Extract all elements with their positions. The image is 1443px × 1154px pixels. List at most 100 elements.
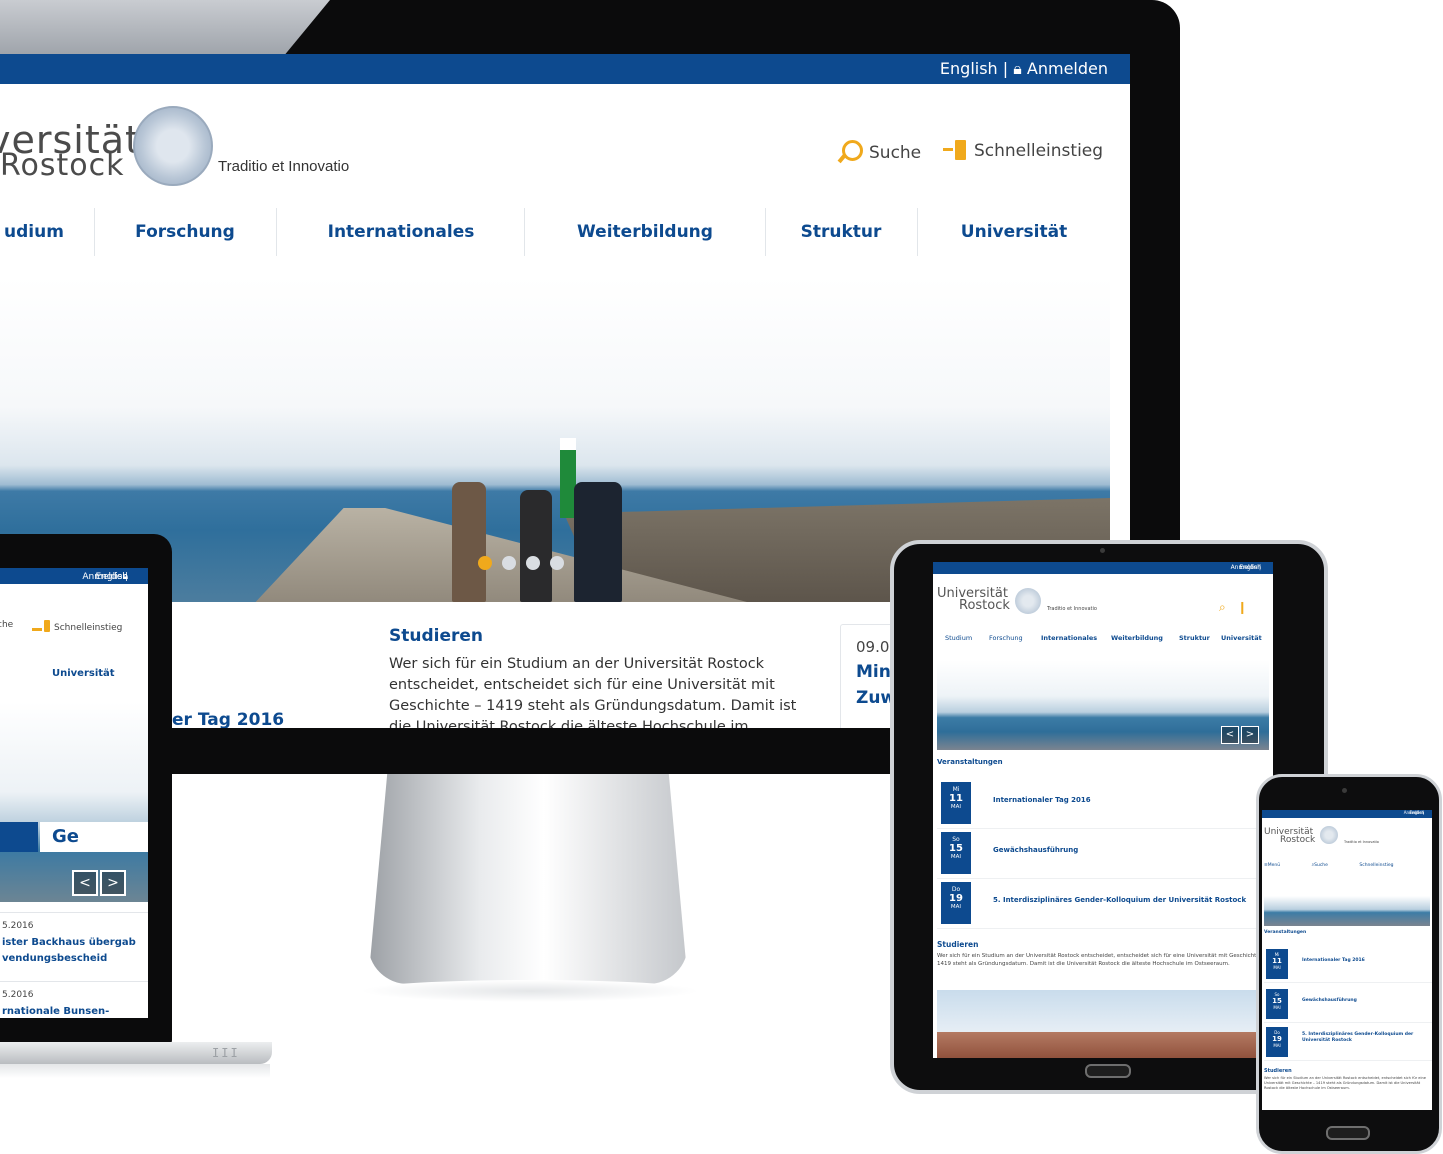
content-title[interactable]: Studieren — [937, 940, 978, 949]
content-title[interactable]: Studieren — [1264, 1068, 1292, 1074]
slider-dot[interactable] — [550, 556, 564, 570]
event-month: MAI — [1273, 1043, 1281, 1048]
login-link[interactable]: Anmelden — [1404, 810, 1424, 815]
chevron-right-icon[interactable]: > — [100, 870, 126, 896]
phone-home-button[interactable] — [1326, 1126, 1370, 1140]
nav-item-struktur[interactable]: Struktur — [770, 204, 912, 260]
content-image[interactable] — [937, 990, 1269, 1058]
search-button[interactable]: Suche — [842, 140, 921, 163]
mobile-menu-bar: ≡Menü ⌕Suche Schnelleinstieg — [1264, 862, 1394, 868]
event-date: 11 — [1272, 957, 1282, 965]
search-label[interactable]: che — [0, 620, 13, 630]
search-button[interactable]: Suche — [1314, 863, 1328, 868]
login-link[interactable]: Anmelden — [1231, 564, 1261, 571]
slider-dot-active[interactable] — [478, 556, 492, 570]
login-link[interactable]: Anmelden — [82, 572, 128, 582]
nav-item-studium[interactable]: Studium — [945, 634, 972, 642]
nav-item-studium[interactable]: udium — [0, 204, 74, 260]
event-date: 19 — [1272, 1035, 1282, 1043]
search-icon[interactable]: ⌕ — [1219, 600, 1226, 614]
chevron-left-icon[interactable]: < — [1221, 726, 1239, 744]
nav-item-universitaet[interactable]: Universität — [922, 204, 1106, 260]
nav-item-forschung[interactable]: Forschung — [989, 634, 1023, 642]
event-month: MAI — [1273, 1005, 1281, 1010]
nav-item-struktur[interactable]: Struktur — [1179, 634, 1210, 642]
nav-item-forschung[interactable]: Forschung — [100, 204, 270, 260]
tablet-screen: English | Anmelden Universität Rostock T… — [933, 562, 1273, 1058]
hero-tab-label: Ge — [52, 826, 79, 847]
chevron-left-icon[interactable]: < — [72, 870, 98, 896]
list-item[interactable]: 5.2016 rnationale Bunsen- — [0, 981, 148, 1018]
header-icons: ⌕ ❙ — [1219, 600, 1247, 615]
phone-camera — [1342, 788, 1347, 793]
left-teaser-title[interactable]: er Tag 2016 — [172, 710, 284, 728]
login-link[interactable]: Anmelden — [1027, 59, 1108, 78]
quick-access-button[interactable]: Schnelleinstieg — [943, 140, 1103, 161]
top-bar: English | 🔒︎ Anmelden — [0, 568, 148, 584]
english-link[interactable]: English — [940, 59, 998, 78]
laptop-vent: III — [212, 1046, 240, 1060]
news-title[interactable]: rnationale Bunsen- — [2, 1004, 148, 1018]
event-date: 15 — [1272, 997, 1282, 1005]
list-item[interactable]: So 15 MAI Gewächshausführung — [937, 828, 1273, 879]
news-date: 5.2016 — [2, 990, 34, 1000]
door-exit-icon[interactable]: ❙ — [1237, 600, 1247, 614]
events-heading: Veranstaltungen — [1264, 930, 1307, 935]
university-seal-icon[interactable] — [1015, 588, 1041, 614]
top-bar: English | Anmelden — [933, 562, 1273, 574]
event-title[interactable]: Gewächshausführung — [1302, 998, 1430, 1004]
quick-access-button[interactable]: Schnelleinstieg — [32, 620, 123, 633]
list-item[interactable]: Do 19 MAI 5. Interdisziplinäres Gender-Kol… — [937, 878, 1273, 929]
tablet-camera — [1100, 548, 1105, 553]
calendar-badge: So 15 MAI — [1266, 989, 1288, 1019]
event-month: MAI — [950, 854, 962, 860]
nav-item-internationales[interactable]: Internationales — [282, 204, 520, 260]
laptop-shadow — [0, 1064, 270, 1078]
event-title[interactable]: 5. Interdisziplinäres Gender-Kolloquium … — [1302, 1032, 1430, 1044]
nav-item-weiterbildung[interactable]: Weiterbildung — [530, 204, 760, 260]
tablet-home-button[interactable] — [1085, 1064, 1131, 1078]
list-item[interactable]: So 15 MAI Gewächshausführung — [1264, 986, 1432, 1023]
news-title[interactable]: ister Backhaus übergab vendungsbescheid — [2, 935, 148, 967]
calendar-badge: Do 19 MAI — [1266, 1027, 1288, 1057]
event-day: Do — [951, 886, 961, 893]
content-text: Wer sich für ein Studium an der Universi… — [937, 953, 1265, 967]
chevron-right-icon[interactable]: > — [1241, 726, 1259, 744]
quick-access-button[interactable]: Schnelleinstieg — [1359, 863, 1393, 868]
calendar-badge: So 15 MAI — [941, 832, 971, 874]
nav-item-weiterbildung[interactable]: Weiterbildung — [1111, 634, 1163, 642]
slider-dots — [478, 556, 574, 575]
university-seal-icon[interactable] — [133, 106, 213, 186]
logo-text-line2[interactable]: Rostock — [0, 148, 124, 183]
slider-dot[interactable] — [526, 556, 540, 570]
nav-item-internationales[interactable]: Internationales — [1041, 634, 1097, 642]
logo[interactable]: Universität Rostock — [1264, 828, 1315, 845]
quick-access-label: Schnelleinstieg — [54, 623, 123, 633]
list-item[interactable]: Mi 11 MAI Internationaler Tag 2016 — [1264, 946, 1432, 983]
slider-dot[interactable] — [502, 556, 516, 570]
monitor-stand — [368, 774, 688, 984]
menu-button[interactable]: Menü — [1268, 863, 1280, 868]
event-title[interactable]: 5. Interdisziplinäres Gender-Kolloquium … — [993, 896, 1246, 904]
hero-slider-image[interactable] — [1264, 896, 1430, 926]
event-title[interactable]: Internationaler Tag 2016 — [1302, 958, 1430, 964]
hero-tab-active[interactable] — [0, 822, 38, 852]
news-list: 5.2016 ister Backhaus übergab vendungsbe… — [0, 912, 148, 1018]
main-nav: udium Forschung Internationales Weiterbi… — [0, 204, 1110, 264]
nav-item-universitaet[interactable]: Universität — [52, 668, 115, 679]
nav-item-universitaet[interactable]: Universität — [1221, 634, 1262, 642]
university-seal-icon[interactable] — [1320, 826, 1338, 844]
list-item[interactable]: Mi 11 MAI Internationaler Tag 2016 — [937, 778, 1273, 829]
logo[interactable]: Universität Rostock — [937, 587, 1010, 612]
content-title[interactable]: Studieren — [389, 626, 483, 646]
event-title[interactable]: Gewächshausführung — [993, 846, 1078, 854]
search-icon — [842, 140, 863, 161]
hero-slider-image[interactable] — [937, 660, 1269, 750]
list-item[interactable]: 5.2016 ister Backhaus übergab vendungsbe… — [0, 912, 148, 981]
main-nav: Studium Forschung Internationales Weiter… — [933, 634, 1273, 648]
event-title[interactable]: Internationaler Tag 2016 — [993, 796, 1091, 804]
motto: Traditio et Innovatio — [1047, 606, 1097, 612]
event-month: MAI — [950, 804, 962, 810]
monitor-base — [360, 980, 700, 1002]
list-item[interactable]: Do 19 MAI 5. Interdisziplinäres Gender-Kol… — [1264, 1024, 1432, 1061]
